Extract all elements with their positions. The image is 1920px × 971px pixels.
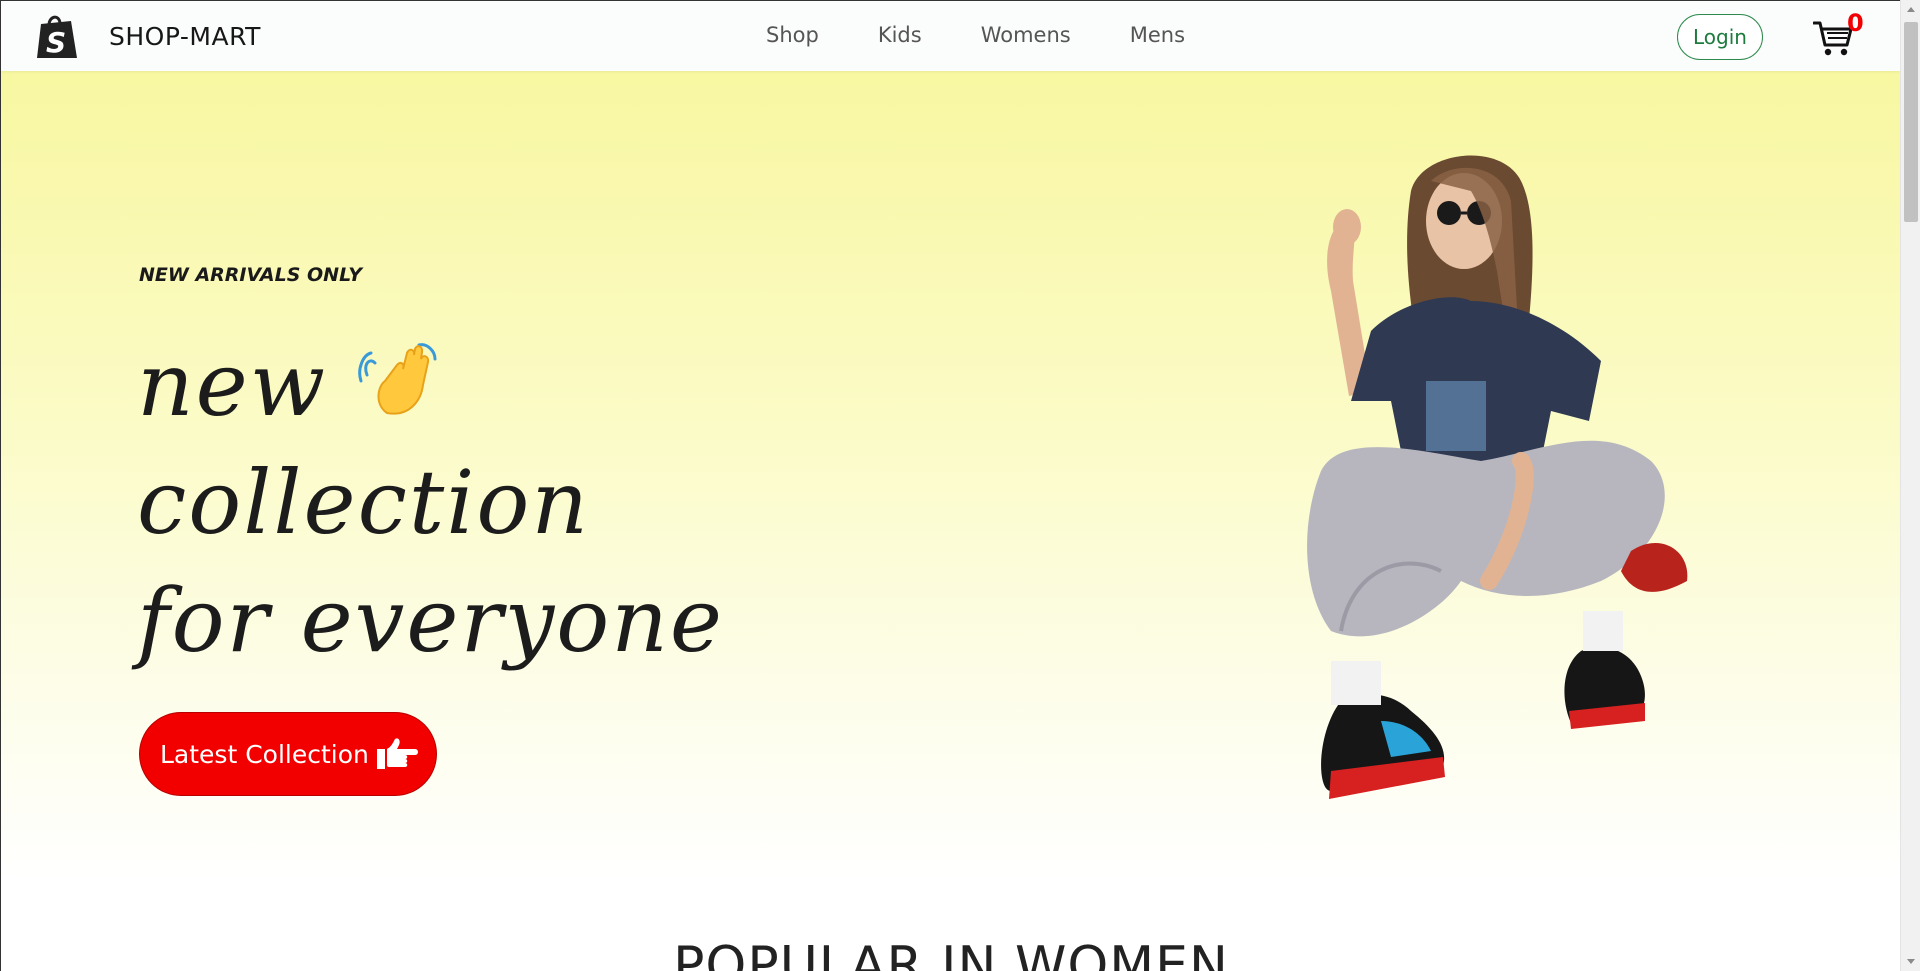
hero-title-line-1: new [137, 333, 328, 436]
login-button[interactable]: Login [1677, 14, 1763, 60]
cart-button[interactable]: 0 [1813, 9, 1864, 59]
latest-collection-button[interactable]: Latest Collection [139, 712, 437, 796]
scroll-down-arrow-icon[interactable] [1906, 956, 1916, 966]
latest-collection-label: Latest Collection [160, 739, 369, 769]
nav-item-shop[interactable]: Shop [766, 23, 819, 47]
nav-item-kids[interactable]: Kids [878, 23, 922, 47]
hero-model-image [1307, 155, 1688, 799]
hero-title: new collection for everyone [137, 326, 724, 680]
waving-hand-icon [358, 343, 437, 415]
hero-title-line-2: collection [137, 451, 591, 554]
brand-name: SHOP-MART [109, 21, 261, 51]
main-nav: Shop Kids Womens Mens [766, 23, 1185, 47]
svg-text:S: S [46, 26, 66, 59]
hero-title-line: new [137, 326, 724, 444]
hero-tagline: NEW ARRIVALS ONLY [139, 264, 362, 286]
scroll-up-arrow-icon[interactable] [1906, 5, 1916, 15]
scrollbar-thumb[interactable] [1904, 22, 1918, 222]
shopify-bag-icon: S [37, 15, 77, 59]
navbar: S SHOP-MART Shop Kids Womens Mens Login … [1, 1, 1900, 71]
hero-title-line-3: for everyone [137, 569, 724, 672]
popular-section-title: POPULAR IN WOMEN [673, 936, 1229, 971]
page-viewport: S SHOP-MART Shop Kids Womens Mens Login … [0, 0, 1900, 971]
hero-section: NEW ARRIVALS ONLY new collection for eve… [1, 71, 1900, 881]
cart-count-badge: 0 [1847, 9, 1864, 37]
nav-item-mens[interactable]: Mens [1130, 23, 1185, 47]
nav-item-womens[interactable]: Womens [981, 23, 1071, 47]
page-scrollbar[interactable] [1900, 0, 1920, 971]
brand-logo[interactable]: S SHOP-MART [33, 12, 261, 60]
pointing-hand-icon [376, 738, 418, 769]
